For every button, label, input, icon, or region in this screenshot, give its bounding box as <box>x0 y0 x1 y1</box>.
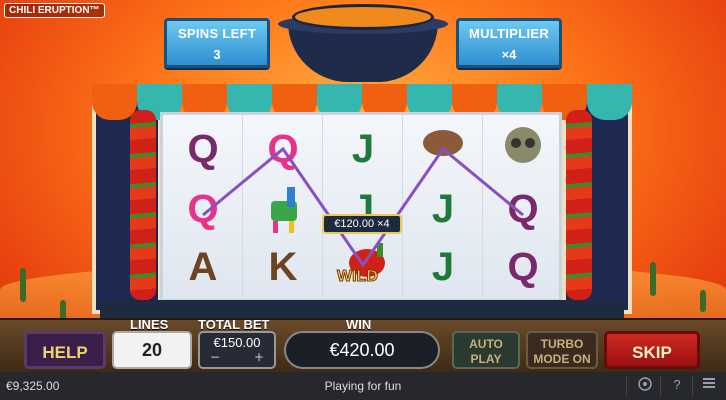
bet-plus-button[interactable]: + <box>254 350 264 364</box>
spins-left-label: SPINS LEFT <box>177 26 257 41</box>
line-win-badge: €120.00 ×4 <box>322 214 402 234</box>
multiplier-value: ×4 <box>501 47 517 62</box>
cactus-icon <box>700 290 706 312</box>
cactus-icon <box>20 268 26 302</box>
status-bar: €9,325.00 Playing for fun ? <box>0 372 726 400</box>
multiplier-label: MULTIPLIER <box>468 26 550 41</box>
menu-icon[interactable] <box>700 376 718 394</box>
game-logo: CHILI ERUPTION™ <box>4 3 105 18</box>
auto-play-button[interactable]: AUTO PLAY <box>452 331 520 369</box>
chili-pot <box>278 0 448 82</box>
spins-left-value: 3 <box>213 47 221 62</box>
multiplier-panel: MULTIPLIER ×4 <box>456 18 562 68</box>
total-bet-label: TOTAL BET <box>198 317 270 332</box>
win-label: WIN <box>346 317 372 332</box>
total-bet-field: €150.00 − + <box>198 331 276 369</box>
payline <box>202 146 524 268</box>
win-display: €420.00 <box>284 331 440 369</box>
lines-label: LINES <box>130 317 169 332</box>
game-scene: CHILI ERUPTION™ SPINS LEFT 3 MULTIPLIER … <box>0 0 726 372</box>
turbo-mode-button[interactable]: TURBO MODE ON <box>526 331 598 369</box>
help-button[interactable]: HELP <box>24 331 106 369</box>
total-bet-value: €150.00 <box>213 335 261 350</box>
reel-window: Q Q A Q K J J WILD J J Q Q <box>160 112 562 305</box>
bet-minus-button[interactable]: − <box>210 350 220 364</box>
divider <box>692 376 693 396</box>
chili-string-right <box>566 110 592 300</box>
stall-counter <box>100 300 624 318</box>
divider <box>626 376 627 396</box>
pot-soup <box>292 4 434 30</box>
cactus-icon <box>650 262 656 296</box>
lines-value: 20 <box>141 340 163 360</box>
skip-button[interactable]: SKIP <box>604 331 700 369</box>
divider <box>660 376 661 396</box>
help-icon[interactable]: ? <box>668 376 686 394</box>
cactus-icon <box>60 300 66 320</box>
play-mode-text: Playing for fun <box>324 379 402 393</box>
control-bar: HELP LINES 20 TOTAL BET €150.00 − + WIN … <box>0 317 726 372</box>
sound-icon[interactable] <box>636 376 654 394</box>
spins-left-panel: SPINS LEFT 3 <box>164 18 270 68</box>
lines-field[interactable]: 20 <box>112 331 192 369</box>
win-value: €420.00 <box>329 340 395 360</box>
chili-string-left <box>130 110 156 300</box>
